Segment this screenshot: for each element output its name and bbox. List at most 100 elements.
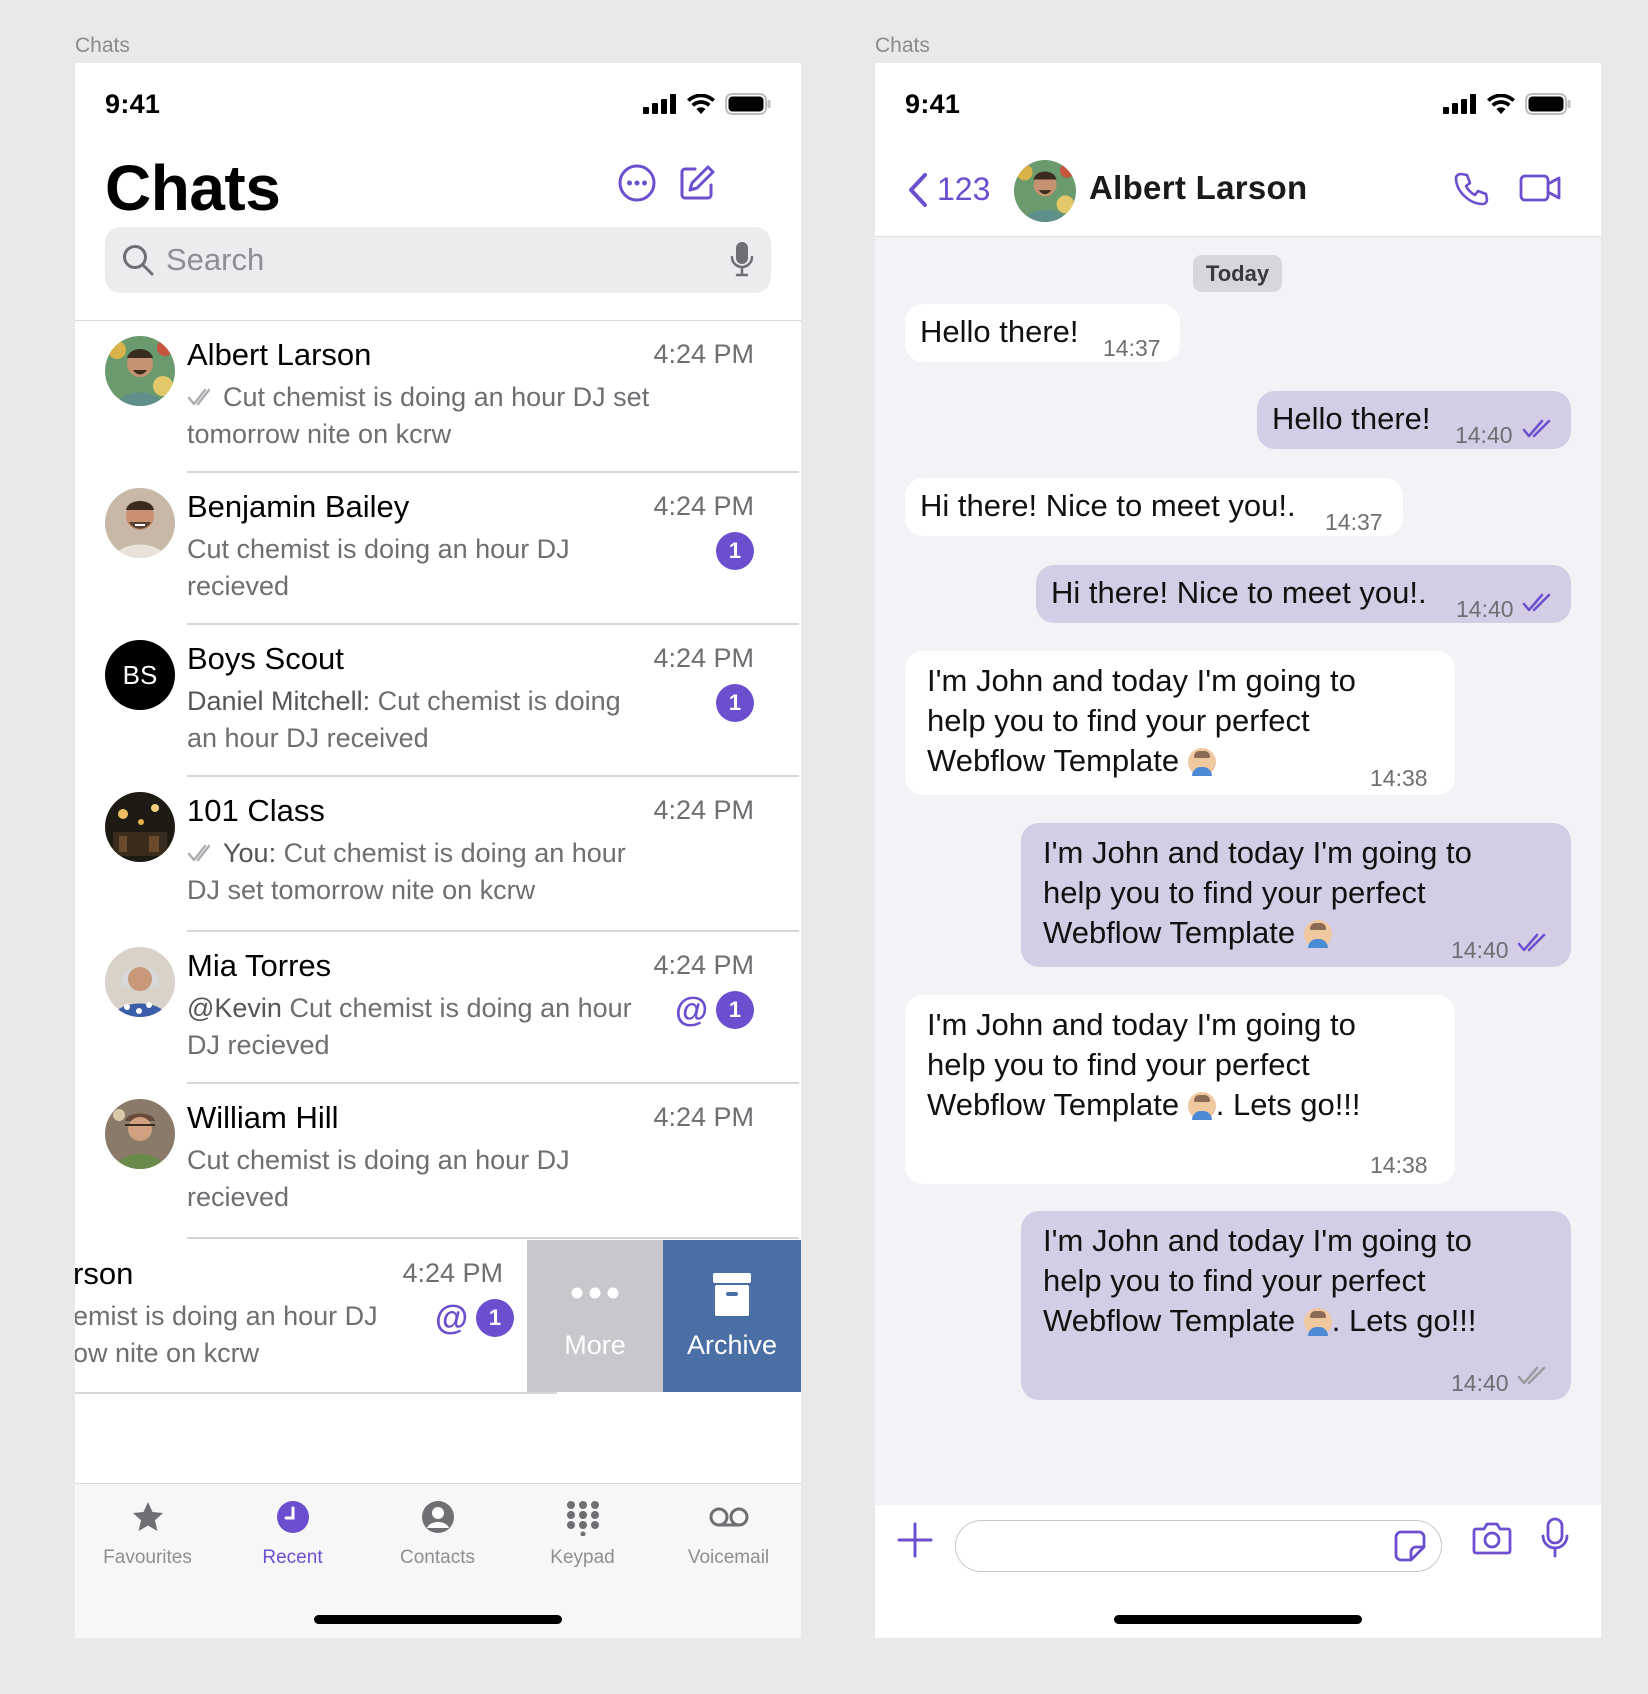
mention-icon: @	[435, 1299, 469, 1337]
status-bar: 9:41	[875, 63, 1601, 147]
message-outgoing[interactable]: I'm John and today I'm going to help you…	[1021, 823, 1571, 967]
avatar-initials: BS	[105, 640, 175, 710]
more-options-icon[interactable]	[617, 163, 657, 203]
voicemail-icon	[709, 1507, 748, 1527]
battery-icon	[1525, 93, 1571, 115]
avatar	[105, 792, 175, 862]
chat-name: Albert Larson	[187, 337, 372, 372]
chat-row-albert-larson[interactable]: Albert Larson 4:24 PM Cut chemist is doi…	[75, 321, 801, 473]
star-icon	[132, 1502, 163, 1531]
chat-preview: emist is doing an hour DJ ow nite on kcrw	[75, 1301, 378, 1368]
contact-name[interactable]: Albert Larson	[1089, 169, 1307, 207]
back-count: 123	[937, 171, 991, 207]
chat-row-mia-torres[interactable]: Mia Torres 4:24 PM @Kevin Cut chemist is…	[75, 932, 801, 1084]
message-outgoing[interactable]: I'm John and today I'm going to help you…	[1021, 1211, 1571, 1400]
mention-icon: @	[675, 991, 709, 1029]
tab-label: Favourites	[103, 1547, 192, 1568]
tab-recent[interactable]: Recent	[220, 1484, 365, 1584]
message-incoming[interactable]: Hi there! Nice to meet you!. 14:37	[905, 478, 1403, 536]
conversation-header: 123 Albert Larson	[875, 147, 1601, 237]
archive-icon	[713, 1273, 751, 1316]
sender-name: You:	[223, 838, 277, 868]
swiped-chat-row[interactable]: rson 4:24 PM emist is doing an hour DJ ow…	[75, 1240, 801, 1392]
person-icon	[421, 1501, 454, 1533]
keypad-icon	[566, 1501, 599, 1536]
message-incoming[interactable]: I'm John and today I'm going to help you…	[905, 995, 1455, 1184]
contact-avatar[interactable]	[1014, 160, 1076, 222]
tab-keypad[interactable]: Keypad	[510, 1484, 655, 1584]
tab-label: Recent	[262, 1547, 323, 1568]
home-indicator	[1114, 1615, 1362, 1624]
home-indicator	[314, 1615, 562, 1624]
chat-row-101-class[interactable]: 101 Class 4:24 PM You: Cut chemist is do…	[75, 777, 801, 932]
message-text: Hi there! Nice to meet you!.	[920, 488, 1296, 523]
chat-list-screen: 9:41 Chats Search Albert Larson 4:24 PM …	[75, 63, 801, 1638]
unread-badge: 1	[476, 1299, 514, 1337]
chat-preview: Cut chemist is doing an hour DJ set tomo…	[187, 382, 650, 449]
mention-name: @Kevin	[187, 993, 282, 1023]
message-time: 14:40	[1455, 422, 1513, 448]
search-input[interactable]: Search	[166, 242, 264, 278]
microphone-icon[interactable]	[1540, 1517, 1570, 1559]
swiped-chat-content[interactable]: rson 4:24 PM emist is doing an hour DJ ow…	[75, 1240, 527, 1392]
tab-voicemail[interactable]: Voicemail	[656, 1484, 801, 1584]
avatar	[105, 947, 175, 1017]
chat-time: 4:24 PM	[653, 643, 754, 673]
message-input[interactable]	[955, 1520, 1442, 1572]
message-incoming[interactable]: I'm John and today I'm going to help you…	[905, 651, 1455, 795]
date-separator: Today	[1193, 255, 1282, 292]
chat-name: 101 Class	[187, 793, 325, 828]
back-button[interactable]: 123	[907, 171, 990, 208]
row-divider	[75, 1392, 557, 1394]
tab-contacts[interactable]: Contacts	[365, 1484, 510, 1584]
clock-icon	[276, 1501, 309, 1533]
man-raising-hand-emoji-icon	[1187, 1092, 1216, 1120]
wifi-icon	[1487, 94, 1515, 114]
man-raising-hand-emoji-icon	[1187, 748, 1216, 776]
chat-preview: You: Cut chemist is doing an hour DJ set…	[187, 838, 626, 905]
search-bar[interactable]: Search	[105, 227, 771, 293]
status-time: 9:41	[905, 89, 961, 119]
message-text: I'm John and today I'm going to help you…	[1043, 835, 1472, 950]
plus-icon[interactable]	[895, 1520, 935, 1560]
archive-action-button[interactable]: Archive	[663, 1240, 801, 1392]
message-time: 14:37	[1103, 335, 1161, 361]
man-raising-hand-emoji-icon	[1303, 920, 1332, 948]
chat-row-boys-scout[interactable]: BS Boys Scout 4:24 PM Daniel Mitchell: C…	[75, 625, 801, 777]
more-action-button[interactable]: More	[527, 1240, 663, 1392]
sticker-icon[interactable]	[1393, 1529, 1427, 1563]
chat-row-william-hill[interactable]: William Hill 4:24 PM Cut chemist is doin…	[75, 1084, 801, 1240]
chat-time: 4:24 PM	[653, 795, 754, 825]
tab-favourites[interactable]: Favourites	[75, 1484, 220, 1584]
more-action-label: More	[564, 1330, 626, 1360]
chat-row-benjamin-bailey[interactable]: Benjamin Bailey 4:24 PM Cut chemist is d…	[75, 473, 801, 625]
camera-icon[interactable]	[1472, 1521, 1512, 1555]
chat-time: 4:24 PM	[653, 950, 754, 980]
message-text: I'm John and today I'm going to help you…	[1043, 1223, 1477, 1338]
read-check-icon	[1522, 593, 1551, 612]
chat-time: 4:24 PM	[653, 339, 754, 369]
message-text: Hello there!	[920, 314, 1079, 349]
read-check-icon	[1517, 933, 1546, 952]
page-title: Chats	[105, 152, 281, 224]
message-text: Hi there! Nice to meet you!.	[1051, 575, 1427, 610]
microphone-icon[interactable]	[729, 240, 755, 278]
status-time: 9:41	[105, 89, 161, 119]
chat-preview: Cut chemist is doing an hour DJ recieved	[187, 534, 570, 601]
compose-icon[interactable]	[677, 163, 717, 203]
unread-badge: 1	[716, 684, 754, 722]
chat-time: 4:24 PM	[402, 1258, 503, 1288]
message-text: I'm John and today I'm going to help you…	[927, 1007, 1361, 1122]
tab-label: Contacts	[400, 1547, 475, 1568]
message-incoming[interactable]: Hello there! 14:37	[905, 304, 1180, 362]
sender-name: Daniel Mitchell:	[187, 686, 371, 716]
video-call-icon[interactable]	[1519, 173, 1561, 203]
status-bar: 9:41	[75, 63, 801, 147]
message-outgoing[interactable]: Hi there! Nice to meet you!. 14:40	[1036, 565, 1571, 623]
chat-time: 4:24 PM	[653, 1102, 754, 1132]
read-check-icon	[187, 844, 211, 862]
message-outgoing[interactable]: Hello there! 14:40	[1257, 391, 1571, 449]
message-text: I'm John and today I'm going to help you…	[927, 663, 1356, 778]
message-time: 14:38	[1370, 1152, 1428, 1178]
phone-icon[interactable]	[1453, 171, 1489, 207]
